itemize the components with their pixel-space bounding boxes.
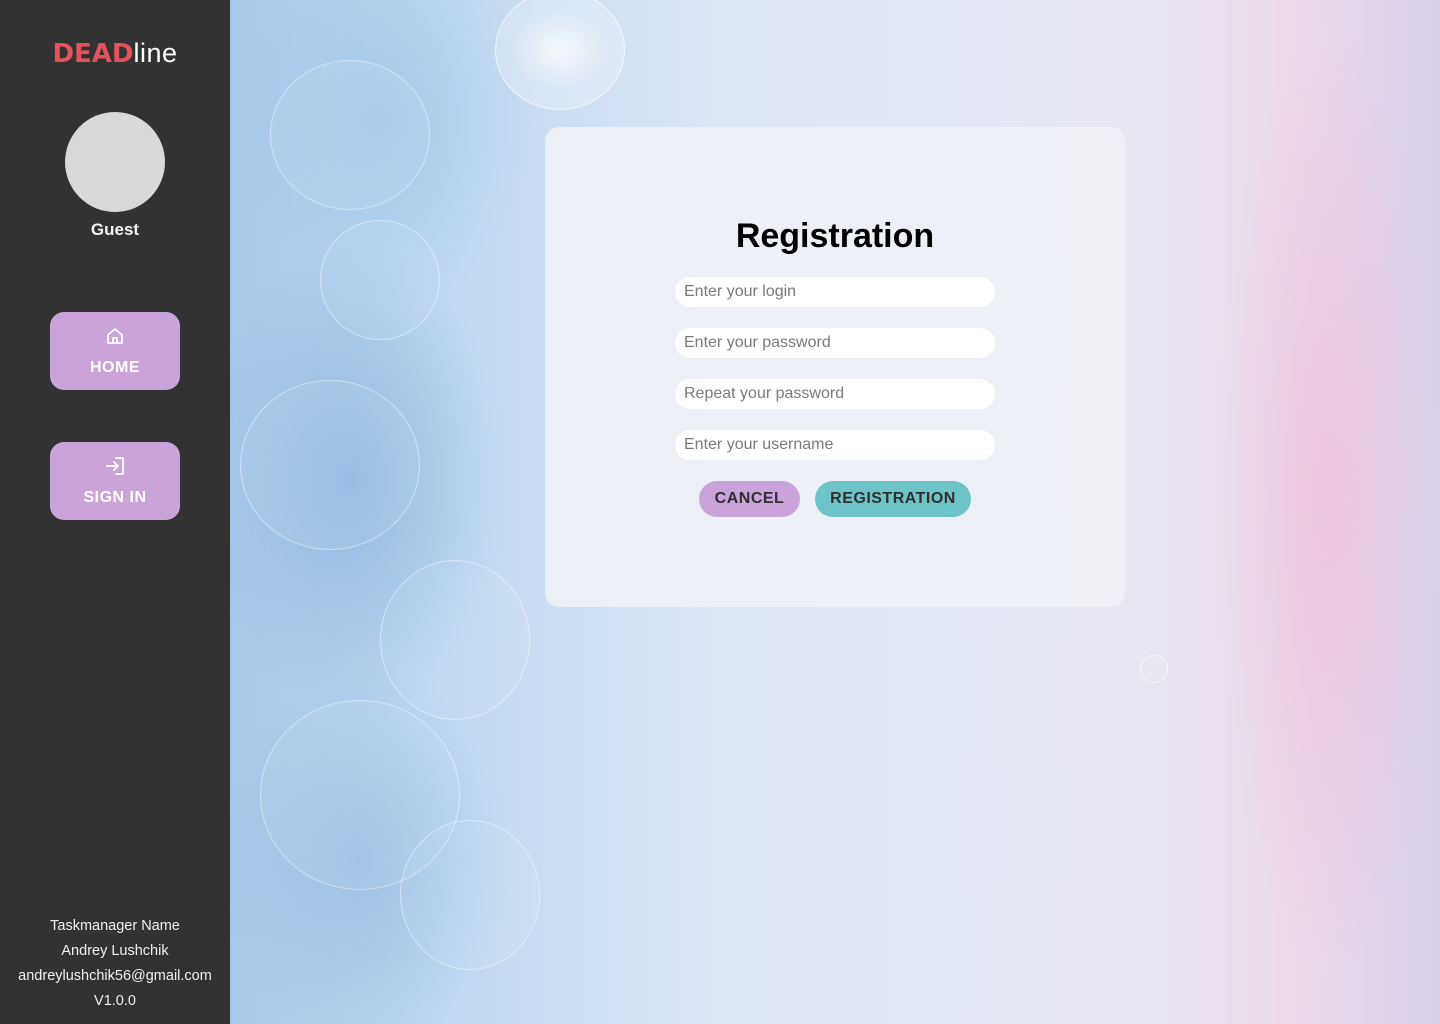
user-name: Guest: [90, 220, 140, 239]
bubble-decoration: [240, 380, 420, 550]
sidebar-footer: Taskmanager Name Andrey Lushchik andreyl…: [0, 914, 230, 1014]
bubble-decoration: [495, 0, 625, 110]
registration-card: Registration CANCEL REGISTRATION: [545, 127, 1125, 607]
logo-dead-text: DEAD: [52, 39, 134, 69]
registration-button[interactable]: REGISTRATION: [815, 481, 971, 517]
logo-line-text: line: [133, 38, 178, 68]
bubble-decoration: [400, 820, 540, 970]
username-input[interactable]: [675, 430, 995, 460]
home-icon: [105, 326, 125, 346]
sidebar: DEADline Guest HOME SIGN IN Taskmanager …: [0, 0, 230, 1024]
footer-version: V1.0.0: [94, 993, 136, 1009]
footer-email: andreylushchik56@gmail.com: [18, 968, 212, 984]
home-button[interactable]: HOME: [50, 312, 180, 390]
home-label: HOME: [90, 359, 140, 376]
footer-app-name: Taskmanager Name: [50, 918, 180, 934]
footer-author: Andrey Lushchik: [61, 943, 169, 959]
cancel-button[interactable]: CANCEL: [699, 481, 800, 517]
password-input[interactable]: [675, 328, 995, 358]
page-title: Registration: [735, 217, 935, 255]
app-logo[interactable]: DEADline: [0, 38, 230, 69]
sign-in-icon: [105, 456, 125, 476]
login-input[interactable]: [675, 277, 995, 307]
repeat-password-input[interactable]: [675, 379, 995, 409]
bubble-decoration: [1140, 655, 1168, 683]
avatar: [65, 112, 165, 212]
sign-in-button[interactable]: SIGN IN: [50, 442, 180, 520]
bubble-decoration: [270, 60, 430, 210]
bubble-decoration: [380, 560, 530, 720]
sign-in-label: SIGN IN: [83, 489, 147, 506]
bubble-decoration: [320, 220, 440, 340]
